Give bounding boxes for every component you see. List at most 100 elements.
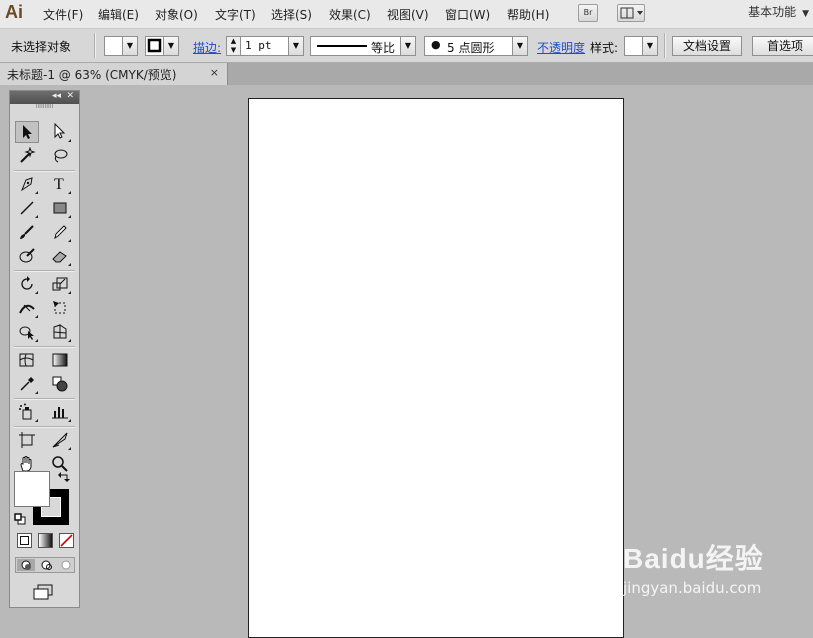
fill-swatch-front[interactable]: [14, 471, 50, 507]
pencil-tool[interactable]: [48, 221, 72, 243]
rotate-icon: [21, 276, 33, 290]
menu-object[interactable]: 对象(O): [155, 6, 198, 23]
symbol-sprayer-tool[interactable]: [15, 401, 39, 423]
opacity-panel-link[interactable]: 不透明度: [537, 39, 585, 56]
variable-width-profile-dropdown[interactable]: 等比 ▼: [310, 36, 416, 56]
draw-behind-icon: [41, 560, 52, 570]
paintbrush-tool[interactable]: [15, 221, 39, 243]
direct-selection-tool[interactable]: [48, 121, 72, 143]
menu-file[interactable]: 文件(F): [43, 6, 83, 23]
artboard[interactable]: [248, 98, 624, 638]
draw-behind-button[interactable]: [37, 559, 55, 571]
slice-knife-icon: [52, 432, 68, 448]
watermark-url: jingyan.baidu.com: [623, 579, 762, 597]
workspace-label: 基本功能: [748, 5, 797, 19]
stroke-weight-field[interactable]: ▲ ▼ 1 pt ▼: [226, 36, 304, 56]
blob-brush-icon: [19, 248, 35, 263]
scale-icon: [52, 277, 68, 291]
symbol-sprayer-icon: [19, 403, 32, 420]
stroke-swatch-icon: [147, 38, 162, 53]
menu-window[interactable]: 窗口(W): [445, 6, 490, 23]
brush-definition-dropdown[interactable]: ● 5 点圆形 ▼: [424, 36, 528, 56]
document-tab-bar: 未标题-1 @ 63% (CMYK/预览) ×: [0, 63, 813, 85]
scale-tool[interactable]: [48, 273, 72, 295]
eraser-icon: [52, 251, 67, 263]
grip-icon[interactable]: IIIIIIIIII: [10, 104, 79, 110]
color-mode-button[interactable]: [17, 533, 32, 548]
arrange-documents-button[interactable]: [617, 4, 645, 22]
tools-panel-header[interactable]: ◂◂ ✕: [10, 91, 79, 104]
collapse-icon[interactable]: ◂◂: [52, 91, 61, 101]
eraser-tool[interactable]: [48, 245, 72, 267]
app-logo: Ai: [5, 2, 23, 22]
selection-arrow-icon: [23, 125, 32, 139]
stroke-color-dropdown[interactable]: ▼: [145, 36, 179, 56]
artboard-tool[interactable]: [15, 429, 39, 451]
mesh-tool[interactable]: [15, 349, 39, 371]
lasso-tool[interactable]: [48, 145, 72, 167]
graphic-style-dropdown[interactable]: ▼: [624, 36, 658, 56]
pencil-icon: [54, 225, 67, 240]
menu-view[interactable]: 视图(V): [387, 6, 429, 23]
slice-tool[interactable]: [48, 429, 72, 451]
blend-tool[interactable]: [48, 373, 72, 395]
bridge-button[interactable]: Br: [578, 4, 598, 22]
screen-mode-icon[interactable]: [32, 583, 56, 601]
chevron-down-icon: ▼: [400, 37, 415, 55]
close-icon[interactable]: ×: [210, 66, 219, 79]
rectangle-icon: [53, 202, 67, 214]
watermark-brand: Baidu经验: [623, 543, 764, 574]
free-transform-tool[interactable]: [48, 297, 72, 319]
menu-effect[interactable]: 效果(C): [329, 6, 371, 23]
width-tool[interactable]: [15, 297, 39, 319]
fill-color-dropdown[interactable]: ▼: [104, 36, 138, 56]
draw-normal-button[interactable]: [17, 559, 35, 571]
workspace-switcher[interactable]: 基本功能 ▼: [748, 3, 813, 20]
paintbrush-icon: [20, 225, 34, 239]
chevron-down-icon: ▼: [163, 37, 178, 55]
document-tab[interactable]: 未标题-1 @ 63% (CMYK/预览) ×: [0, 63, 228, 85]
none-slash-icon: [60, 534, 73, 547]
line-segment-tool[interactable]: [15, 197, 39, 219]
chevron-down-icon: ▼: [288, 37, 303, 55]
rotate-tool[interactable]: [15, 273, 39, 295]
selection-tool[interactable]: [15, 121, 39, 143]
pen-tool[interactable]: [15, 173, 39, 195]
selection-status: 未选择对象: [11, 40, 72, 54]
menu-edit[interactable]: 编辑(E): [98, 6, 139, 23]
magic-wand-tool[interactable]: [15, 145, 39, 167]
type-tool[interactable]: T: [48, 173, 72, 195]
perspective-grid-icon: [53, 324, 67, 339]
rectangle-tool[interactable]: [48, 197, 72, 219]
lasso-icon: [54, 149, 68, 163]
draw-inside-button[interactable]: [57, 559, 75, 571]
close-icon[interactable]: ✕: [66, 91, 74, 101]
preferences-button[interactable]: 首选项: [752, 36, 813, 56]
pen-nib-icon: [20, 177, 33, 192]
tools-panel: ◂◂ ✕ IIIIIIIIII T: [9, 90, 80, 608]
dot-icon: ●: [431, 38, 441, 51]
draw-normal-icon: [21, 560, 31, 570]
menu-type[interactable]: 文字(T): [215, 6, 256, 23]
document-setup-button[interactable]: 文档设置: [672, 36, 742, 56]
swap-fill-stroke-icon[interactable]: [57, 471, 71, 483]
column-graph-tool[interactable]: [48, 401, 72, 423]
stepper-icon[interactable]: ▲ ▼: [227, 37, 241, 55]
stroke-panel-link[interactable]: 描边:: [193, 39, 221, 56]
menu-select[interactable]: 选择(S): [271, 6, 312, 23]
document-tab-title: 未标题-1 @ 63% (CMYK/预览): [7, 68, 177, 82]
gradient-icon: [52, 353, 68, 367]
chevron-down-icon: ▼: [642, 37, 657, 55]
watermark: Baidu经验 jingyan.baidu.com: [623, 537, 764, 597]
perspective-grid-tool[interactable]: [48, 321, 72, 343]
eyedropper-tool[interactable]: [15, 373, 39, 395]
shape-builder-tool[interactable]: [15, 321, 39, 343]
none-mode-button[interactable]: [59, 533, 74, 548]
control-bar: 未选择对象 ▼ ▼ 描边: ▲ ▼ 1 pt ▼ 等比 ▼ ● 5 点圆形 ▼ 不…: [0, 29, 813, 63]
menu-help[interactable]: 帮助(H): [507, 6, 549, 23]
default-fill-stroke-icon[interactable]: [14, 513, 26, 525]
menu-bar: Ai 文件(F) 编辑(E) 对象(O) 文字(T) 选择(S) 效果(C) 视…: [0, 0, 813, 29]
blob-brush-tool[interactable]: [15, 245, 39, 267]
gradient-tool[interactable]: [48, 349, 72, 371]
gradient-mode-button[interactable]: [38, 533, 53, 548]
